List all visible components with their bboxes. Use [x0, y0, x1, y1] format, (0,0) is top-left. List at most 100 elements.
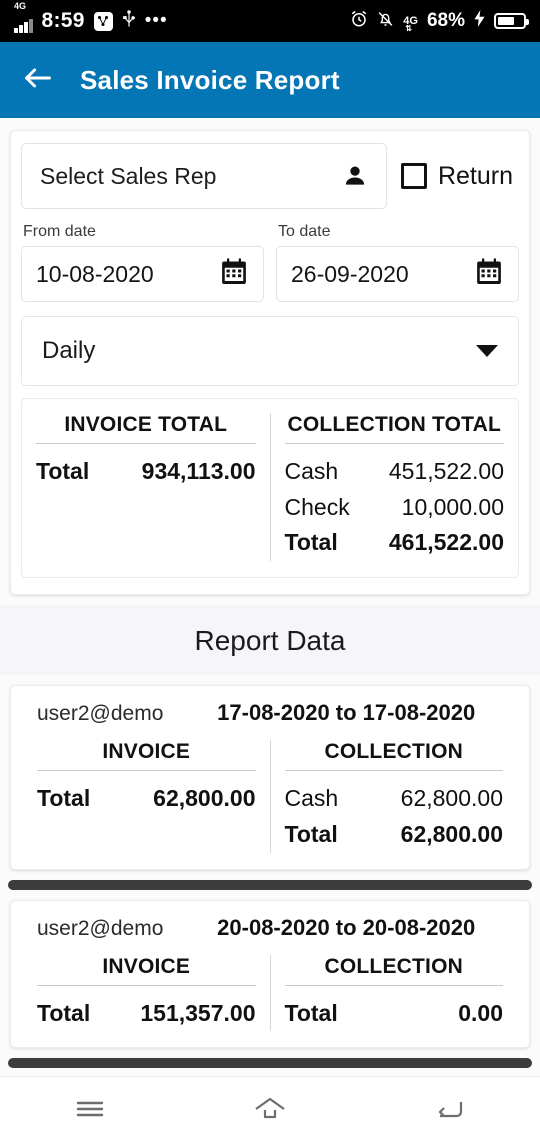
- row-value: 451,522.00: [388, 458, 504, 484]
- report-collection-column: COLLECTION Total 0.00: [269, 954, 518, 1032]
- summary-invoice-column: INVOICE TOTAL Total 934,113.00: [22, 413, 270, 561]
- filters-card: Select Sales Rep Return From date 10-08-…: [10, 130, 530, 595]
- summary-totals-table: INVOICE TOTAL Total 934,113.00 COLLECTION…: [21, 398, 519, 578]
- report-card-header: user2@demo 20-08-2020 to 20-08-2020: [23, 915, 517, 941]
- sales-rep-row: Select Sales Rep Return: [21, 143, 519, 209]
- home-icon[interactable]: [235, 1087, 305, 1131]
- table-row: Total 461,522.00: [285, 525, 505, 561]
- battery-icon: [494, 13, 529, 29]
- signal-bars-icon: 4G: [14, 1, 33, 33]
- row-value: 934,113.00: [141, 458, 256, 484]
- bell-muted-icon: [377, 10, 394, 33]
- report-user: user2@demo: [37, 916, 164, 940]
- row-spacer: [37, 817, 256, 853]
- from-date-input[interactable]: 10-08-2020: [21, 246, 264, 302]
- return-label: Return: [437, 161, 513, 190]
- report-collection-column-rows: Cash 62,800.00 Total 62,800.00: [285, 781, 504, 852]
- calendar-icon[interactable]: [474, 257, 504, 292]
- report-collection-column-header: COLLECTION: [284, 740, 503, 771]
- row-value: 10,000.00: [401, 493, 504, 520]
- summary-collection-rows: Cash 451,522.00 Check 10,000.00 Total 461,522…: [285, 454, 505, 561]
- recents-menu-icon[interactable]: [55, 1087, 125, 1131]
- row-label: Total: [36, 458, 90, 484]
- report-date-range: 17-08-2020 to 17-08-2020: [217, 699, 476, 725]
- from-date-value: 10-08-2020: [36, 260, 154, 287]
- status-bar-clock: 8:59: [41, 9, 85, 32]
- select-sales-rep-input[interactable]: Select Sales Rep: [21, 143, 387, 209]
- row-label: Total: [284, 529, 338, 556]
- chevron-down-icon[interactable]: [476, 345, 498, 357]
- period-select[interactable]: Daily: [21, 316, 519, 386]
- report-collection-column-rows: Total 0.00: [285, 996, 504, 1032]
- row-value: 461,522.00: [388, 529, 504, 556]
- table-row: Total 62,800.00: [37, 781, 256, 817]
- to-date-label: To date: [278, 223, 331, 240]
- from-date-group: From date 10-08-2020: [21, 223, 264, 302]
- to-date-group: To date 26-09-2020: [276, 223, 519, 302]
- report-user: user2@demo: [37, 701, 164, 725]
- main-content: Select Sales Rep Return From date 10-08-…: [0, 118, 540, 1076]
- row-label: Total: [37, 784, 91, 811]
- report-invoice-column-rows: Total 62,800.00: [37, 781, 256, 817]
- summary-invoice-rows: Total 934,113.00: [36, 454, 256, 490]
- horizontal-scrollbar[interactable]: [8, 1058, 532, 1069]
- signal-network-label: 4G: [14, 0, 27, 11]
- back-nav-icon[interactable]: [415, 1087, 485, 1131]
- table-row: Total 62,800.00: [285, 817, 504, 853]
- report-data-title: Report Data: [194, 624, 346, 656]
- row-label: Cash: [284, 784, 339, 811]
- table-row: Total 0.00: [285, 996, 504, 1032]
- android-nav-bar: [0, 1076, 540, 1140]
- summary-invoice-header: INVOICE TOTAL: [36, 413, 256, 444]
- period-value: Daily: [42, 337, 96, 364]
- status-bar-right: 4G 68%: [350, 10, 529, 33]
- more-dots-icon: •••: [144, 10, 168, 31]
- report-card-header: user2@demo 17-08-2020 to 17-08-2020: [23, 700, 517, 726]
- nfc-icon: [93, 11, 113, 31]
- horizontal-scrollbar[interactable]: [8, 879, 532, 890]
- to-date-input[interactable]: 26-09-2020: [276, 246, 519, 302]
- app-bar: Sales Invoice Report: [0, 42, 540, 118]
- row-label: Cash: [284, 458, 339, 484]
- report-table: INVOICE Total 62,800.00 COLLECTION Cash 62,80…: [23, 739, 518, 853]
- row-value: 151,357.00: [140, 999, 256, 1026]
- row-value: 62,800.00: [400, 820, 503, 847]
- table-row: Total 151,357.00: [37, 996, 256, 1032]
- phone-screen: 4G 8:59 ••• 4G 68%: [0, 0, 540, 1140]
- report-invoice-column-header: INVOICE: [37, 740, 256, 771]
- charging-bolt-icon: [474, 10, 485, 32]
- table-row: Cash 451,522.00: [285, 454, 505, 490]
- table-row: Total 934,113.00: [36, 454, 256, 490]
- row-label: Total: [37, 999, 91, 1026]
- return-checkbox[interactable]: [400, 163, 427, 189]
- table-row: Check 10,000.00: [285, 490, 505, 526]
- row-label: Total: [284, 999, 338, 1026]
- row-value: 62,800.00: [400, 784, 503, 811]
- report-invoice-column-header: INVOICE: [37, 955, 256, 986]
- summary-collection-column: COLLECTION TOTAL Cash 451,522.00 Check 10,0…: [269, 413, 519, 561]
- report-collection-column-header: COLLECTION: [284, 955, 503, 986]
- person-icon: [342, 163, 368, 189]
- report-cards-container: user2@demo 17-08-2020 to 17-08-2020 INVOIC…: [0, 684, 540, 1069]
- alarm-icon: [350, 10, 368, 33]
- status-bar: 4G 8:59 ••• 4G 68%: [0, 0, 540, 42]
- row-label: Check: [284, 493, 350, 520]
- calendar-icon[interactable]: [219, 257, 249, 292]
- report-card[interactable]: user2@demo 17-08-2020 to 17-08-2020 INVOIC…: [10, 684, 530, 870]
- row-value: 62,800.00: [153, 784, 256, 811]
- select-sales-rep-placeholder: Select Sales Rep: [40, 162, 217, 189]
- back-arrow-icon[interactable]: [22, 64, 54, 97]
- battery-percent-label: 68%: [426, 10, 465, 31]
- report-invoice-column-rows: Total 151,357.00: [37, 996, 256, 1032]
- summary-collection-header: COLLECTION TOTAL: [284, 413, 504, 444]
- table-row: Cash 62,800.00: [285, 781, 504, 817]
- data-transfer-4g-icon: 4G: [403, 15, 418, 33]
- page-title: Sales Invoice Report: [80, 64, 340, 95]
- report-table: INVOICE Total 151,357.00 COLLECTION Total 0.0…: [23, 954, 518, 1032]
- report-invoice-column: INVOICE Total 62,800.00: [23, 740, 270, 853]
- to-date-value: 26-09-2020: [291, 260, 409, 287]
- return-checkbox-group[interactable]: Return: [400, 161, 519, 191]
- report-card[interactable]: user2@demo 20-08-2020 to 20-08-2020 INVOIC…: [10, 899, 530, 1049]
- report-collection-column: COLLECTION Cash 62,800.00 Total 62,800.00: [269, 739, 518, 853]
- report-invoice-column: INVOICE Total 151,357.00: [23, 955, 270, 1032]
